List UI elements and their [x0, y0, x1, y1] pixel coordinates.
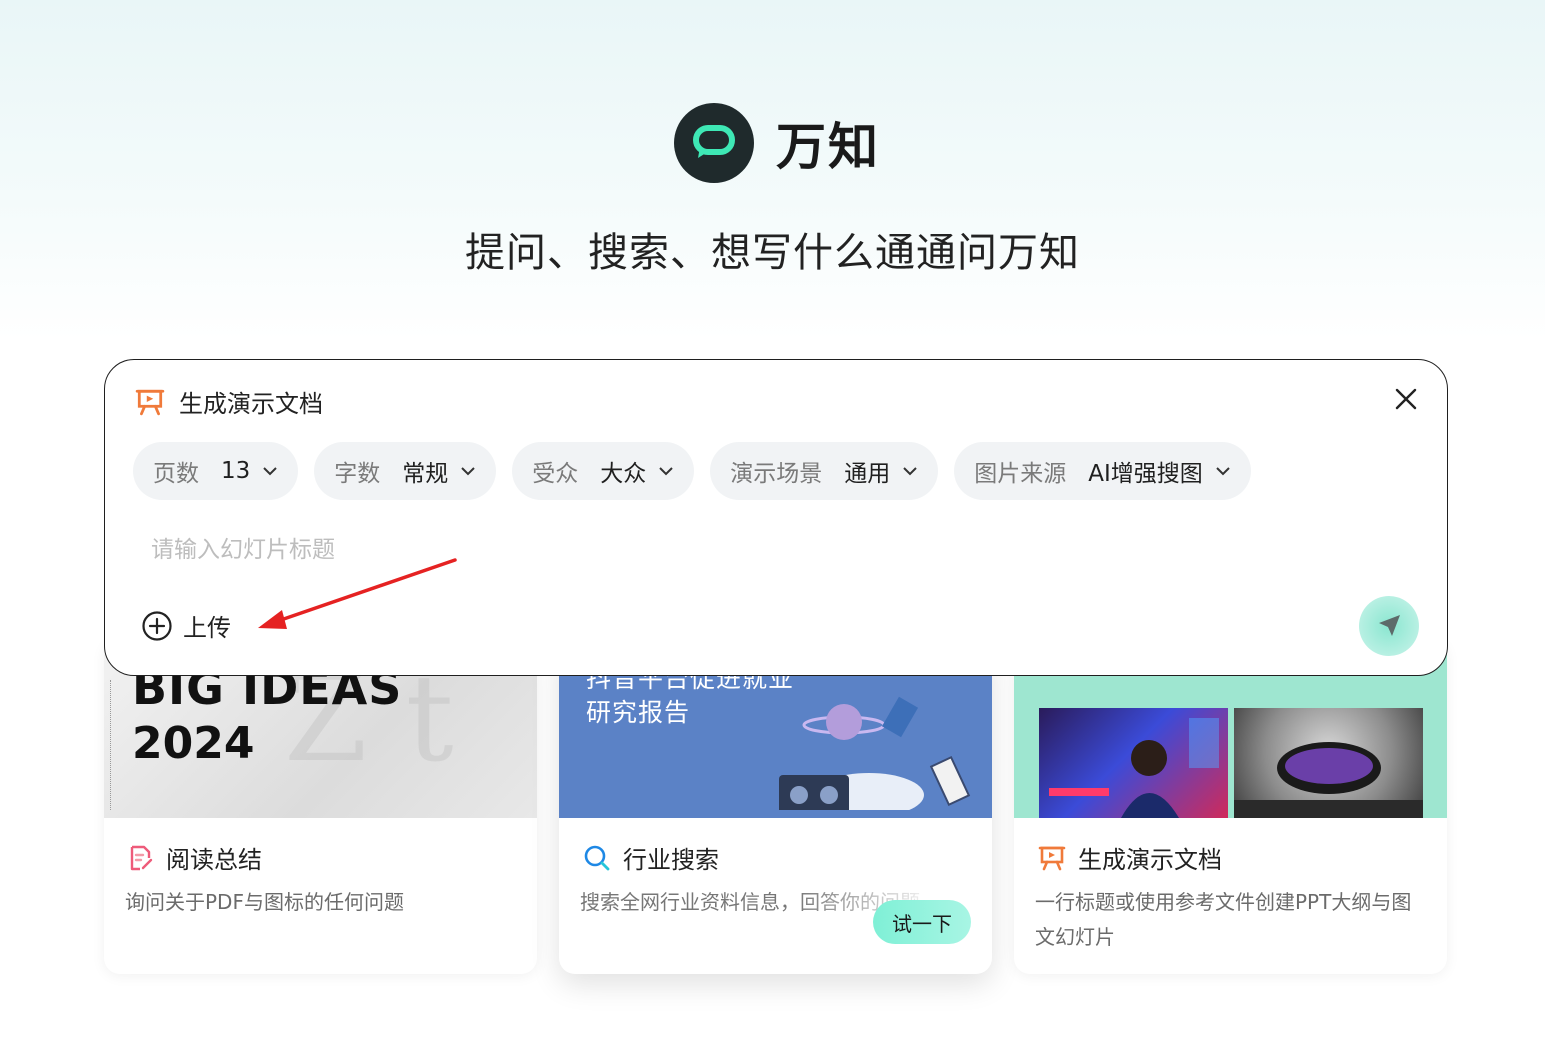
slide-title-input[interactable] [151, 530, 1151, 570]
card-industry-search[interactable]: 抖音平台促进就业 研究报告 行业搜索 搜索全网行业资料信息，回答你的问题 试一下 [559, 640, 992, 974]
upload-button[interactable]: 上传 [141, 608, 231, 643]
card-title: 行业搜索 [623, 846, 719, 874]
vr-headset-photo [1234, 708, 1423, 818]
chevron-down-icon [461, 467, 475, 476]
close-icon [1395, 388, 1417, 410]
image-source-dropdown[interactable]: 图片来源 AI增强搜图 [954, 442, 1251, 500]
chevron-down-icon [903, 467, 917, 476]
plus-circle-icon [142, 610, 172, 641]
send-icon [1379, 615, 1400, 636]
brand-logo: 万知 [674, 103, 880, 183]
read-doc-icon [130, 845, 153, 870]
image-text: 2024 [132, 718, 255, 769]
audience-dropdown[interactable]: 受众 大众 [512, 442, 695, 500]
search-icon [584, 845, 610, 870]
chevron-down-icon [1216, 467, 1230, 476]
card-desc: 询问关于PDF与图标的任何问题 [125, 890, 404, 914]
scenario-dropdown[interactable]: 演示场景 通用 [710, 442, 939, 500]
option-chips: 页数 13 字数 常规 受众 大众 演示场景 通用 图片来源 AI增强搜图 [133, 442, 1267, 500]
page-count-dropdown[interactable]: 页数 13 [133, 442, 299, 500]
presentation-icon [1038, 846, 1066, 870]
brand-name: 万知 [776, 118, 880, 176]
card-generate-ppt[interactable]: 生成演示文档 一行标题或使用参考文件创建PPT大纲与图文幻灯片 [1014, 640, 1447, 974]
logo-icon [674, 103, 754, 183]
ppt-generation-panel: 生成演示文档 页数 13 字数 常规 受众 大众 演示场景 通用 图片来源 AI… [104, 359, 1448, 676]
card-desc: 一行标题或使用参考文件创建PPT大纲与图文幻灯片 [1035, 890, 1412, 949]
chevron-down-icon [263, 467, 277, 476]
upload-label: 上传 [183, 614, 231, 642]
panel-mode-title: 生成演示文档 [179, 390, 323, 418]
presentation-icon [135, 389, 165, 415]
illustration-icon [779, 696, 971, 810]
close-button[interactable] [1391, 384, 1421, 414]
try-button[interactable]: 试一下 [873, 900, 971, 944]
tagline: 提问、搜索、想写什么通通问万知 [465, 230, 1080, 276]
gaming-photo [1039, 708, 1228, 818]
send-button[interactable] [1359, 596, 1419, 656]
word-count-dropdown[interactable]: 字数 常规 [314, 442, 497, 500]
chevron-down-icon [659, 467, 673, 476]
card-read-summary[interactable]: Z t BIG IDEAS 2024 阅读总结 询问关于PDF与图标的任何问题 [104, 640, 537, 974]
card-title: 生成演示文档 [1078, 846, 1222, 874]
card-title: 阅读总结 [166, 846, 262, 874]
